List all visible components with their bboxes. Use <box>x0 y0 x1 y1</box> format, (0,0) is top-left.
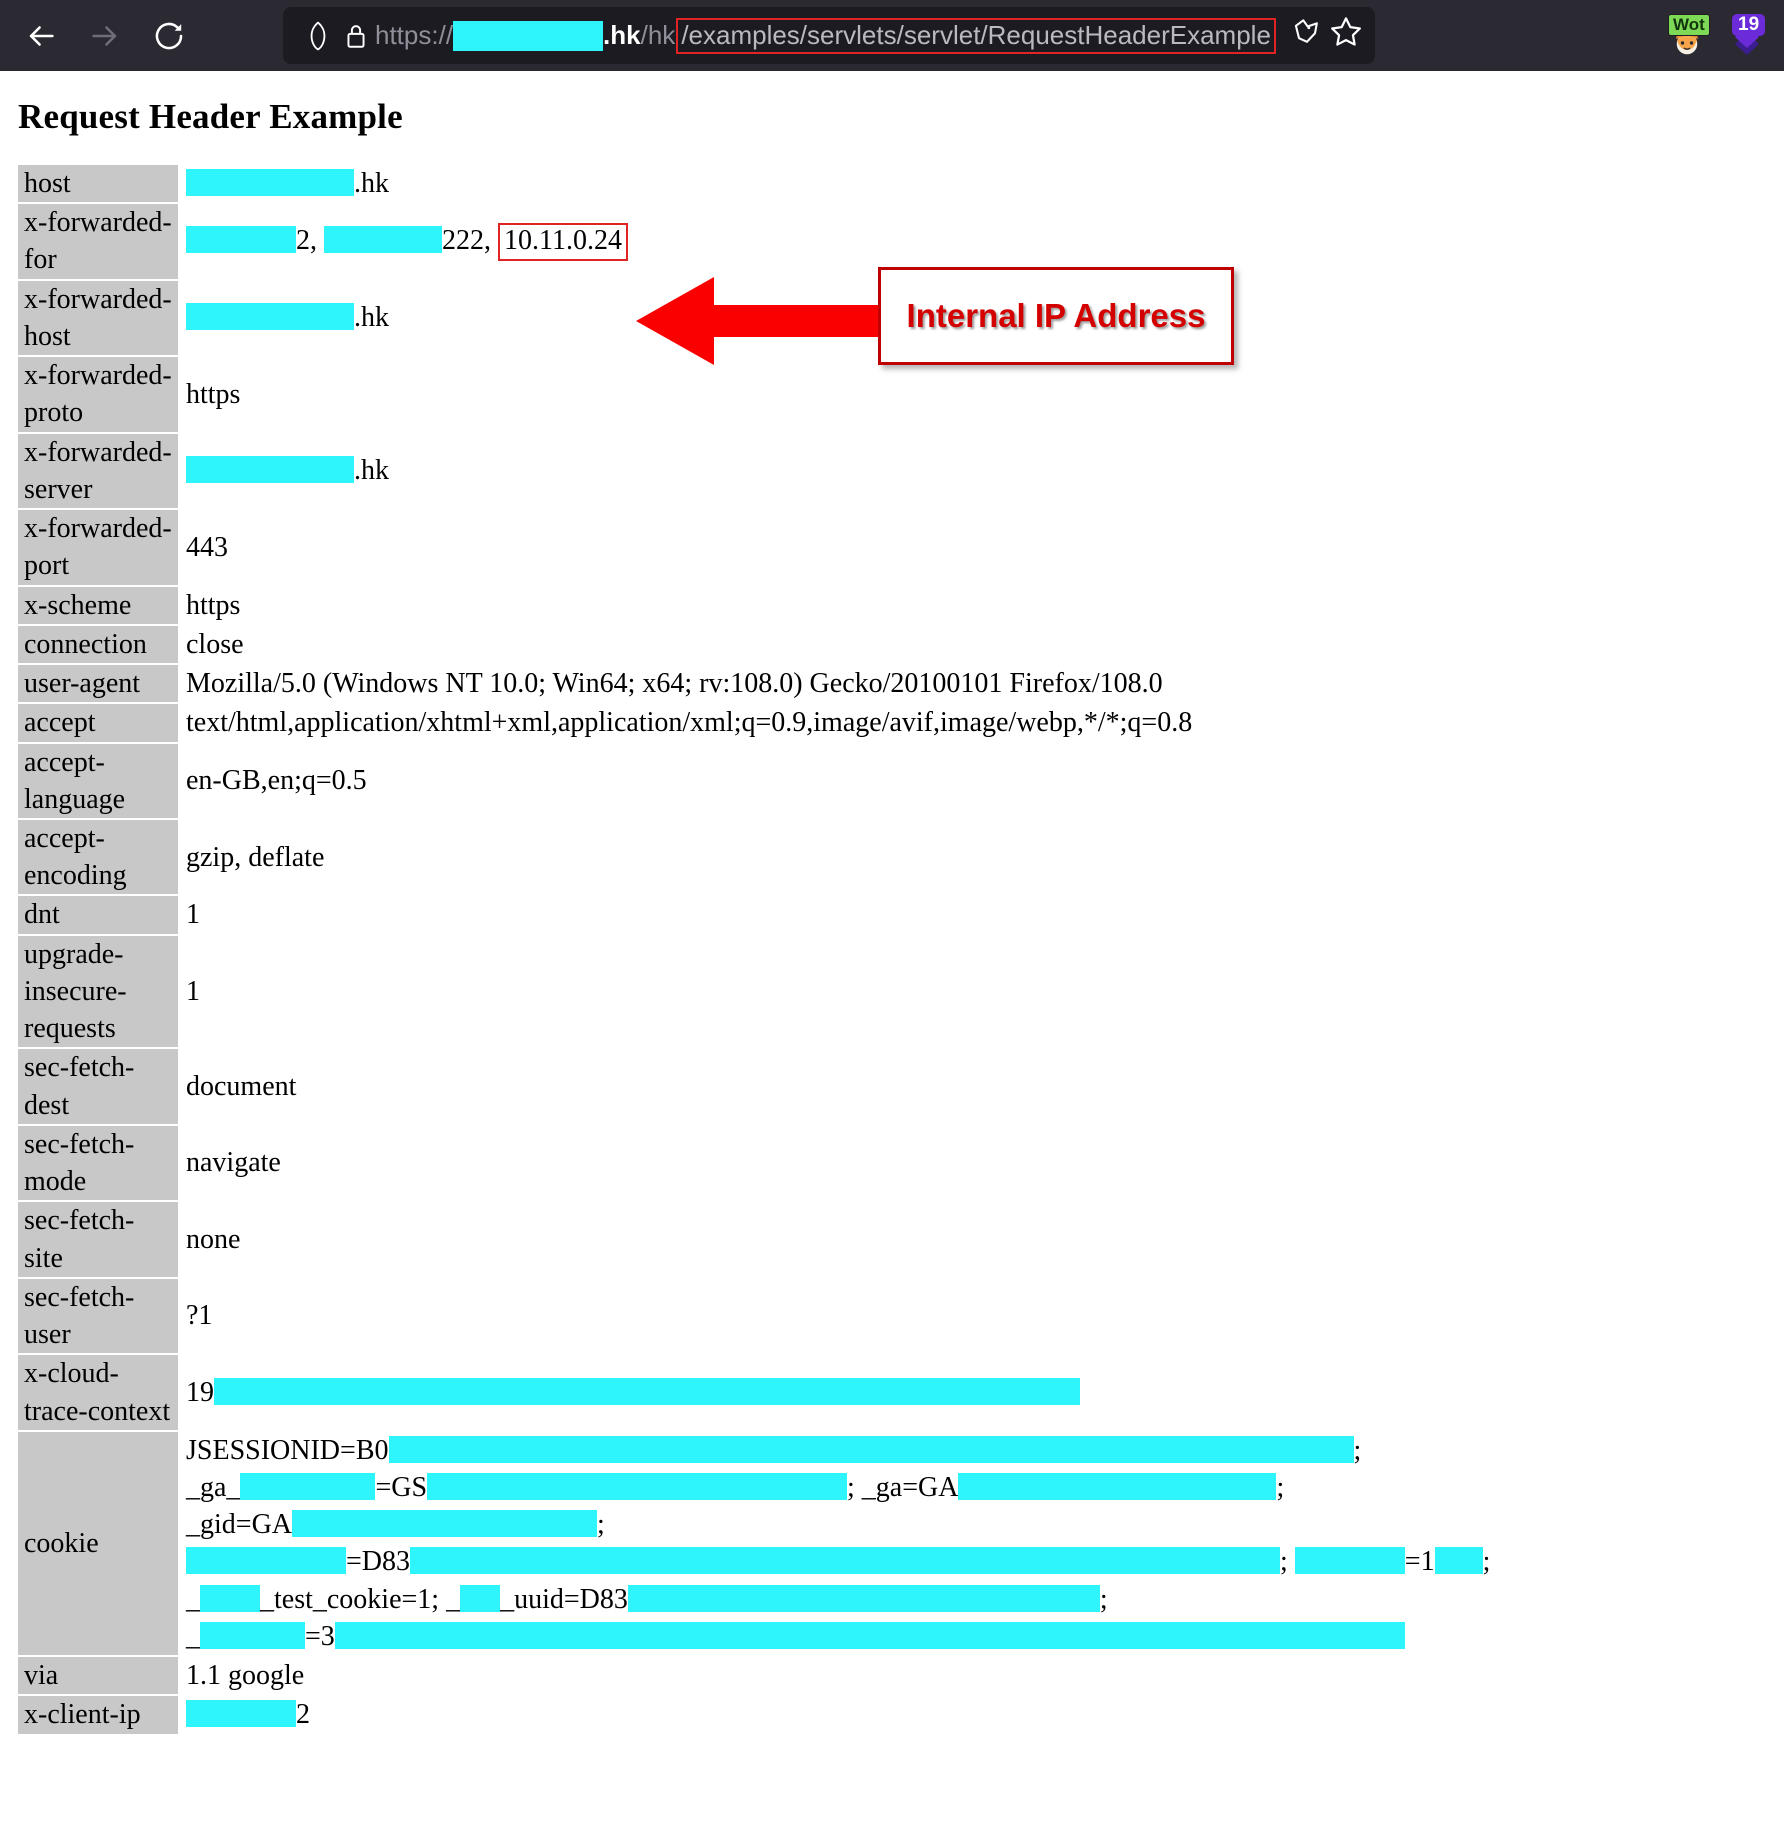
table-row: accept-language en-GB,en;q=0.5 <box>18 743 1778 818</box>
forward-button[interactable] <box>82 13 128 59</box>
header-name-cell: x-forwarded-host <box>18 280 178 356</box>
badge-extension-icon[interactable]: 19 <box>1724 13 1770 59</box>
header-value-cell: https <box>180 586 1778 624</box>
header-value-cell: ?1 <box>180 1278 1778 1354</box>
header-value-cell: 443 <box>180 510 1778 585</box>
header-value-cell: https <box>180 357 1778 432</box>
header-name-cell: sec-fetch-user <box>18 1278 178 1354</box>
page-title: Request Header Example <box>18 97 403 136</box>
header-value-cell: close <box>180 625 1778 664</box>
extension-icons: Wot 19 <box>1664 0 1770 71</box>
header-value-cell: .hk <box>180 165 1778 203</box>
table-row: sec-fetch-site none <box>18 1202 1778 1277</box>
header-name-cell: user-agent <box>18 665 178 703</box>
header-value-cell: document <box>180 1049 1778 1124</box>
table-row: accept text/html,application/xhtml+xml,ap… <box>18 704 1778 742</box>
table-row: x-cloud-trace-context 19 <box>18 1355 1778 1430</box>
table-row: x-forwarded-server .hk <box>18 433 1778 509</box>
header-name-cell: sec-fetch-dest <box>18 1049 178 1124</box>
header-name-cell: accept-encoding <box>18 819 178 895</box>
request-headers-body: host .hk x-forwarded-for 2, 222, 10.11.0.24… <box>18 165 1778 1734</box>
header-name-cell: x-forwarded-proto <box>18 357 178 432</box>
wot-extension-label: Wot <box>1673 14 1705 34</box>
url-tld: .hk <box>603 20 641 50</box>
header-value-cell: text/html,application/xhtml+xml,applicat… <box>180 704 1778 742</box>
header-name-cell: dnt <box>18 896 178 934</box>
wot-extension-icon[interactable]: Wot <box>1664 13 1710 59</box>
header-name-cell: x-client-ip <box>18 1696 178 1734</box>
header-name-cell: x-forwarded-for <box>18 204 178 279</box>
table-row: accept-encoding gzip, deflate <box>18 819 1778 895</box>
back-button[interactable] <box>18 13 64 59</box>
table-row: via 1.1 google <box>18 1657 1778 1695</box>
request-headers-table: host .hk x-forwarded-for 2, 222, 10.11.0.24… <box>16 163 1780 1736</box>
header-name-cell: sec-fetch-mode <box>18 1125 178 1201</box>
arrow-left-icon <box>29 25 54 46</box>
header-name-cell: x-cloud-trace-context <box>18 1355 178 1430</box>
url-text[interactable]: https:// .hk/hk/examples/servlets/servlet… <box>375 7 1363 64</box>
arrow-right-icon <box>92 25 117 46</box>
header-value-cell: 1 <box>180 935 1778 1048</box>
header-name-cell: accept <box>18 704 178 742</box>
header-name-cell: via <box>18 1657 178 1695</box>
header-value-cell: gzip, deflate <box>180 819 1778 895</box>
header-value-cell: JSESSIONID=B0; _ga_ =GS; _ga=GA; _gid=GA; =D… <box>180 1431 1778 1656</box>
shield-icon[interactable] <box>299 17 337 55</box>
table-row: upgrade-insecure-requests 1 <box>18 935 1778 1048</box>
redacted-hostname <box>453 20 604 51</box>
url-scheme: https:// <box>375 20 454 50</box>
table-row: host .hk <box>18 165 1778 203</box>
table-row: sec-fetch-user ?1 <box>18 1278 1778 1354</box>
header-value-cell: 2, 222, 10.11.0.24 <box>180 204 1778 279</box>
header-name-cell: sec-fetch-site <box>18 1202 178 1277</box>
navigation-buttons <box>18 13 192 59</box>
table-row: dnt 1 <box>18 896 1778 934</box>
header-value-cell: 19 <box>180 1355 1778 1430</box>
table-row: x-forwarded-proto https <box>18 357 1778 432</box>
table-row: x-client-ip 2 <box>18 1696 1778 1734</box>
reload-icon <box>155 22 183 49</box>
header-name-cell: x-scheme <box>18 586 178 624</box>
header-name-cell: cookie <box>18 1431 178 1656</box>
table-row: sec-fetch-dest document <box>18 1049 1778 1124</box>
table-row: x-forwarded-port 443 <box>18 510 1778 585</box>
header-value-cell: .hk <box>180 280 1778 356</box>
reload-button[interactable] <box>146 13 192 59</box>
header-value-cell: Mozilla/5.0 (Windows NT 10.0; Win64; x64… <box>180 665 1778 703</box>
browser-toolbar: https:// .hk/hk/examples/servlets/servlet… <box>0 0 1784 71</box>
star-icon[interactable] <box>1329 15 1363 56</box>
table-row: connection close <box>18 625 1778 664</box>
header-value-cell: navigate <box>180 1125 1778 1201</box>
url-path-highlighted: /examples/servlets/servlet/RequestHeader… <box>676 17 1276 54</box>
header-value-cell: 2 <box>180 1696 1778 1734</box>
table-row: x-forwarded-for 2, 222, 10.11.0.24 <box>18 204 1778 279</box>
pocket-icon[interactable] <box>1291 16 1323 55</box>
table-row: x-forwarded-host .hk <box>18 280 1778 356</box>
page-content: Request Header Example host .hk x-forwarde… <box>0 71 1784 1824</box>
badge-extension-label: 19 <box>1738 13 1760 35</box>
header-value-cell: en-GB,en;q=0.5 <box>180 743 1778 818</box>
table-row: cookie JSESSIONID=B0; _ga_ =GS; _ga=GA; _gid… <box>18 1431 1778 1656</box>
header-value-cell: 1.1 google <box>180 1657 1778 1695</box>
header-name-cell: host <box>18 165 178 203</box>
padlock-icon[interactable] <box>337 17 375 55</box>
table-row: sec-fetch-mode navigate <box>18 1125 1778 1201</box>
header-name-cell: accept-language <box>18 743 178 818</box>
url-path-prefix: /hk <box>640 20 676 50</box>
header-name-cell: connection <box>18 625 178 664</box>
header-name-cell: x-forwarded-server <box>18 433 178 509</box>
table-row: x-scheme https <box>18 586 1778 624</box>
table-row: user-agent Mozilla/5.0 (Windows NT 10.0; … <box>18 665 1778 703</box>
header-name-cell: upgrade-insecure-requests <box>18 935 178 1048</box>
header-value-cell: 1 <box>180 896 1778 934</box>
header-value-cell: none <box>180 1202 1778 1277</box>
header-value-cell: .hk <box>180 433 1778 509</box>
header-name-cell: x-forwarded-port <box>18 510 178 585</box>
address-bar[interactable]: https:// .hk/hk/examples/servlets/servlet… <box>283 7 1375 64</box>
